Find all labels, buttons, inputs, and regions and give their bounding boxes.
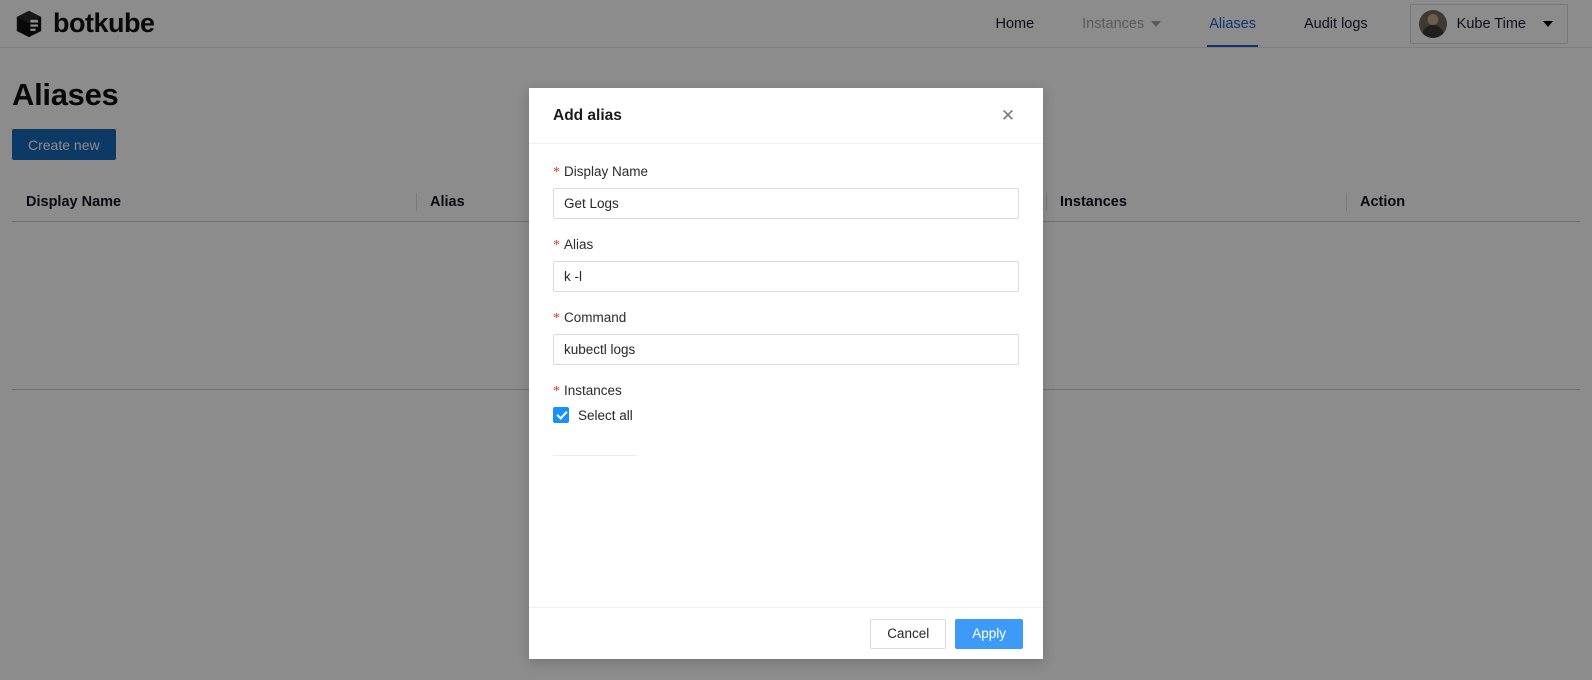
field-display-name-label-text: Display Name [564,164,649,179]
field-instances-label: * Instances [553,383,1019,399]
alias-input[interactable] [553,261,1019,292]
close-icon[interactable]: ✕ [997,105,1019,127]
field-alias-label: * Alias [553,237,1019,253]
required-asterisk: * [553,238,560,253]
field-command-label-text: Command [564,310,627,325]
modal-body: * Display Name * Alias * Command * Instances… [529,144,1043,607]
modal-title: Add alias [553,106,622,124]
command-input[interactable] [553,334,1019,365]
field-alias-label-text: Alias [564,237,594,252]
add-alias-modal: Add alias ✕ * Display Name * Alias * Comman… [529,88,1043,659]
instances-divider [553,455,637,456]
field-command-label: * Command [553,310,1019,326]
display-name-input[interactable] [553,188,1019,219]
field-alias: * Alias [553,237,1019,292]
required-asterisk: * [553,384,560,399]
modal-footer: Cancel Apply [529,607,1043,659]
required-asterisk: * [553,165,560,180]
field-instances-label-text: Instances [564,383,622,398]
required-asterisk: * [553,311,560,326]
field-display-name-label: * Display Name [553,164,1019,180]
apply-button[interactable]: Apply [955,618,1023,649]
field-instances: * Instances Select all [553,383,1019,456]
select-all-checkbox[interactable] [553,407,569,423]
select-all-row[interactable]: Select all [553,407,1019,423]
select-all-label: Select all [578,407,633,423]
field-display-name: * Display Name [553,164,1019,219]
field-command: * Command [553,310,1019,365]
cancel-button[interactable]: Cancel [870,618,947,649]
modal-header: Add alias ✕ [529,88,1043,144]
